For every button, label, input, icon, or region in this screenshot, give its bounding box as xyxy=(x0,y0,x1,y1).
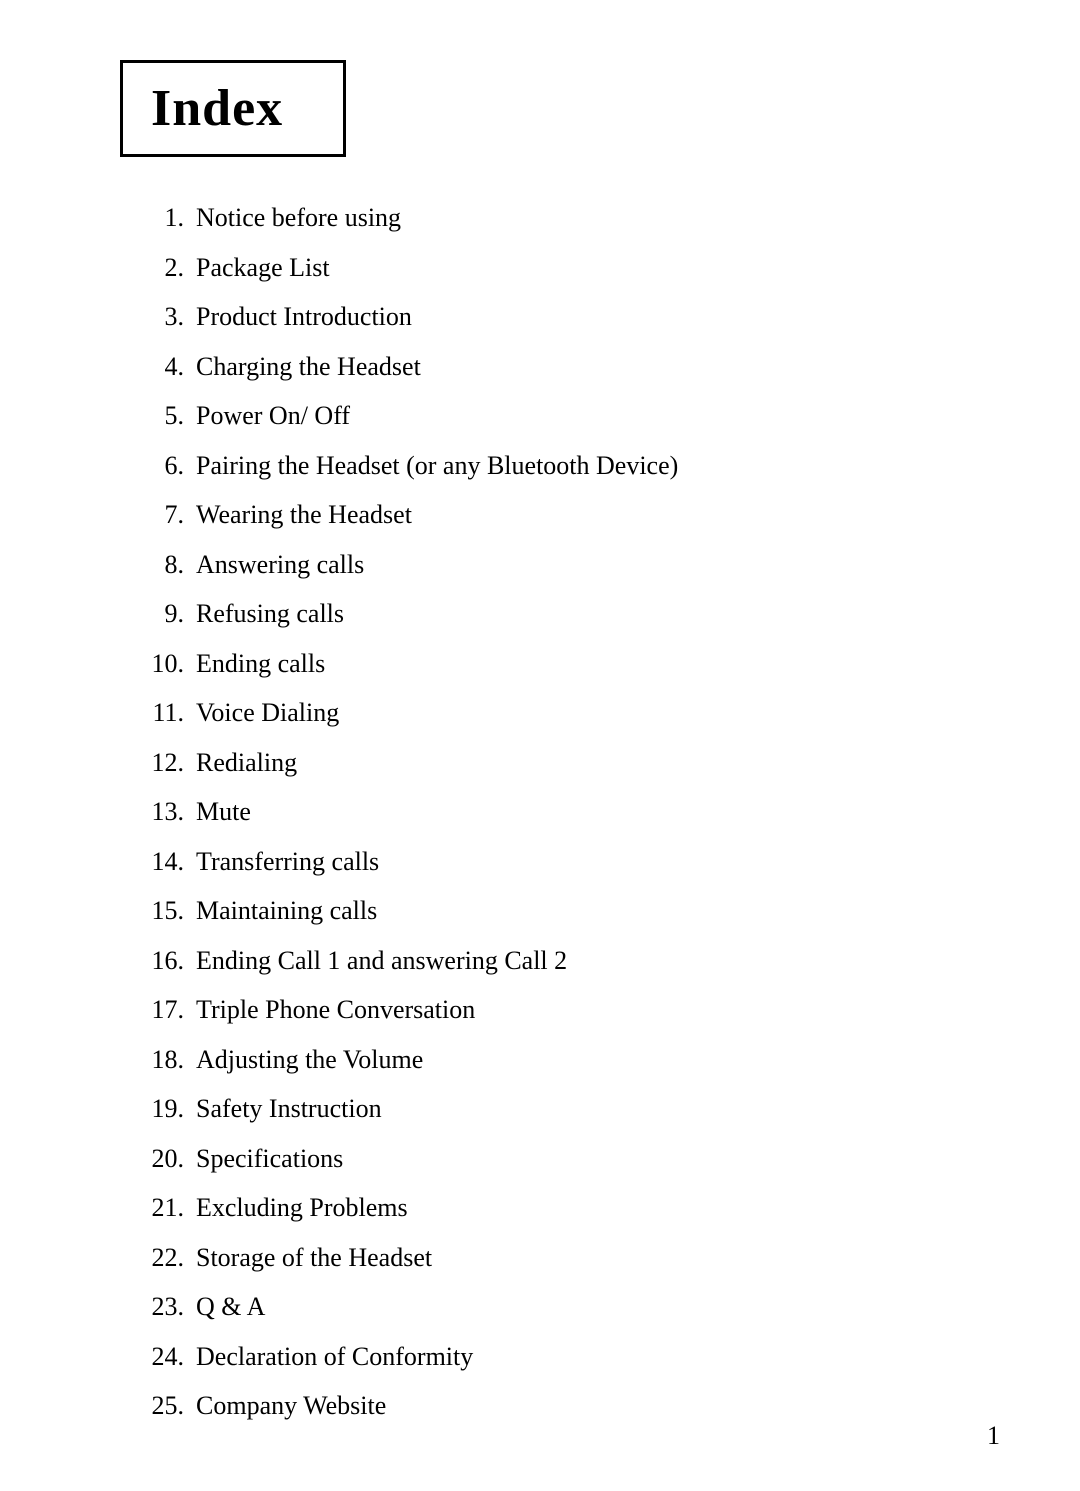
list-item: 6. Pairing the Headset (or any Bluetooth … xyxy=(140,441,1000,491)
item-number: 10. xyxy=(140,641,184,687)
item-number: 13. xyxy=(140,789,184,835)
item-number: 12. xyxy=(140,740,184,786)
list-item: 14. Transferring calls xyxy=(140,837,1000,887)
list-item: 25. Company Website xyxy=(140,1381,1000,1431)
item-number: 17. xyxy=(140,987,184,1033)
list-item: 11. Voice Dialing xyxy=(140,688,1000,738)
item-number: 21. xyxy=(140,1185,184,1231)
item-number: 14. xyxy=(140,839,184,885)
list-item: 10. Ending calls xyxy=(140,639,1000,689)
page-title: Index xyxy=(151,79,283,138)
list-item: 22. Storage of the Headset xyxy=(140,1233,1000,1283)
item-label: Transferring calls xyxy=(196,847,379,876)
list-item: 8. Answering calls xyxy=(140,540,1000,590)
list-item: 3. Product Introduction xyxy=(140,292,1000,342)
item-number: 3. xyxy=(140,294,184,340)
list-item: 18. Adjusting the Volume xyxy=(140,1035,1000,1085)
item-label: Voice Dialing xyxy=(196,698,339,727)
item-label: Wearing the Headset xyxy=(196,500,412,529)
item-label: Storage of the Headset xyxy=(196,1243,432,1272)
item-label: Pairing the Headset (or any Bluetooth De… xyxy=(196,451,678,480)
item-number: 23. xyxy=(140,1284,184,1330)
item-number: 15. xyxy=(140,888,184,934)
item-label: Package List xyxy=(196,253,330,282)
item-number: 20. xyxy=(140,1136,184,1182)
item-number: 22. xyxy=(140,1235,184,1281)
list-item: 23. Q & A xyxy=(140,1282,1000,1332)
item-label: Company Website xyxy=(196,1391,386,1420)
page-number: 1 xyxy=(987,1421,1000,1451)
item-label: Maintaining calls xyxy=(196,896,377,925)
item-label: Refusing calls xyxy=(196,599,344,628)
list-item: 13. Mute xyxy=(140,787,1000,837)
list-item: 17. Triple Phone Conversation xyxy=(140,985,1000,1035)
title-box: Index xyxy=(120,60,346,157)
item-label: Ending calls xyxy=(196,649,325,678)
list-item: 12. Redialing xyxy=(140,738,1000,788)
item-number: 1. xyxy=(140,195,184,241)
item-label: Notice before using xyxy=(196,203,401,232)
list-item: 5. Power On/ Off xyxy=(140,391,1000,441)
item-label: Adjusting the Volume xyxy=(196,1045,423,1074)
item-label: Answering calls xyxy=(196,550,364,579)
item-label: Power On/ Off xyxy=(196,401,350,430)
item-number: 16. xyxy=(140,938,184,984)
item-number: 4. xyxy=(140,344,184,390)
item-label: Ending Call 1 and answering Call 2 xyxy=(196,946,567,975)
list-item: 4. Charging the Headset xyxy=(140,342,1000,392)
item-label: Mute xyxy=(196,797,251,826)
item-label: Redialing xyxy=(196,748,297,777)
list-item: 16. Ending Call 1 and answering Call 2 xyxy=(140,936,1000,986)
item-number: 24. xyxy=(140,1334,184,1380)
list-item: 2. Package List xyxy=(140,243,1000,293)
item-label: Excluding Problems xyxy=(196,1193,408,1222)
item-label: Triple Phone Conversation xyxy=(196,995,475,1024)
item-label: Declaration of Conformity xyxy=(196,1342,473,1371)
item-number: 2. xyxy=(140,245,184,291)
item-label: Product Introduction xyxy=(196,302,412,331)
list-item: 19. Safety Instruction xyxy=(140,1084,1000,1134)
item-label: Safety Instruction xyxy=(196,1094,382,1123)
item-number: 11. xyxy=(140,690,184,736)
item-number: 9. xyxy=(140,591,184,637)
item-label: Charging the Headset xyxy=(196,352,421,381)
item-number: 18. xyxy=(140,1037,184,1083)
item-number: 6. xyxy=(140,443,184,489)
page-container: Index 1. Notice before using 2. Package Lis… xyxy=(0,0,1080,1491)
list-item: 9. Refusing calls xyxy=(140,589,1000,639)
list-item: 20. Specifications xyxy=(140,1134,1000,1184)
list-item: 24. Declaration of Conformity xyxy=(140,1332,1000,1382)
item-number: 8. xyxy=(140,542,184,588)
item-number: 7. xyxy=(140,492,184,538)
item-number: 5. xyxy=(140,393,184,439)
item-label: Specifications xyxy=(196,1144,343,1173)
index-list: 1. Notice before using 2. Package List 3. Pro… xyxy=(140,193,1000,1431)
item-number: 19. xyxy=(140,1086,184,1132)
item-label: Q & A xyxy=(196,1292,265,1321)
list-item: 1. Notice before using xyxy=(140,193,1000,243)
list-item: 15. Maintaining calls xyxy=(140,886,1000,936)
list-item: 7. Wearing the Headset xyxy=(140,490,1000,540)
item-number: 25. xyxy=(140,1383,184,1429)
list-item: 21. Excluding Problems xyxy=(140,1183,1000,1233)
